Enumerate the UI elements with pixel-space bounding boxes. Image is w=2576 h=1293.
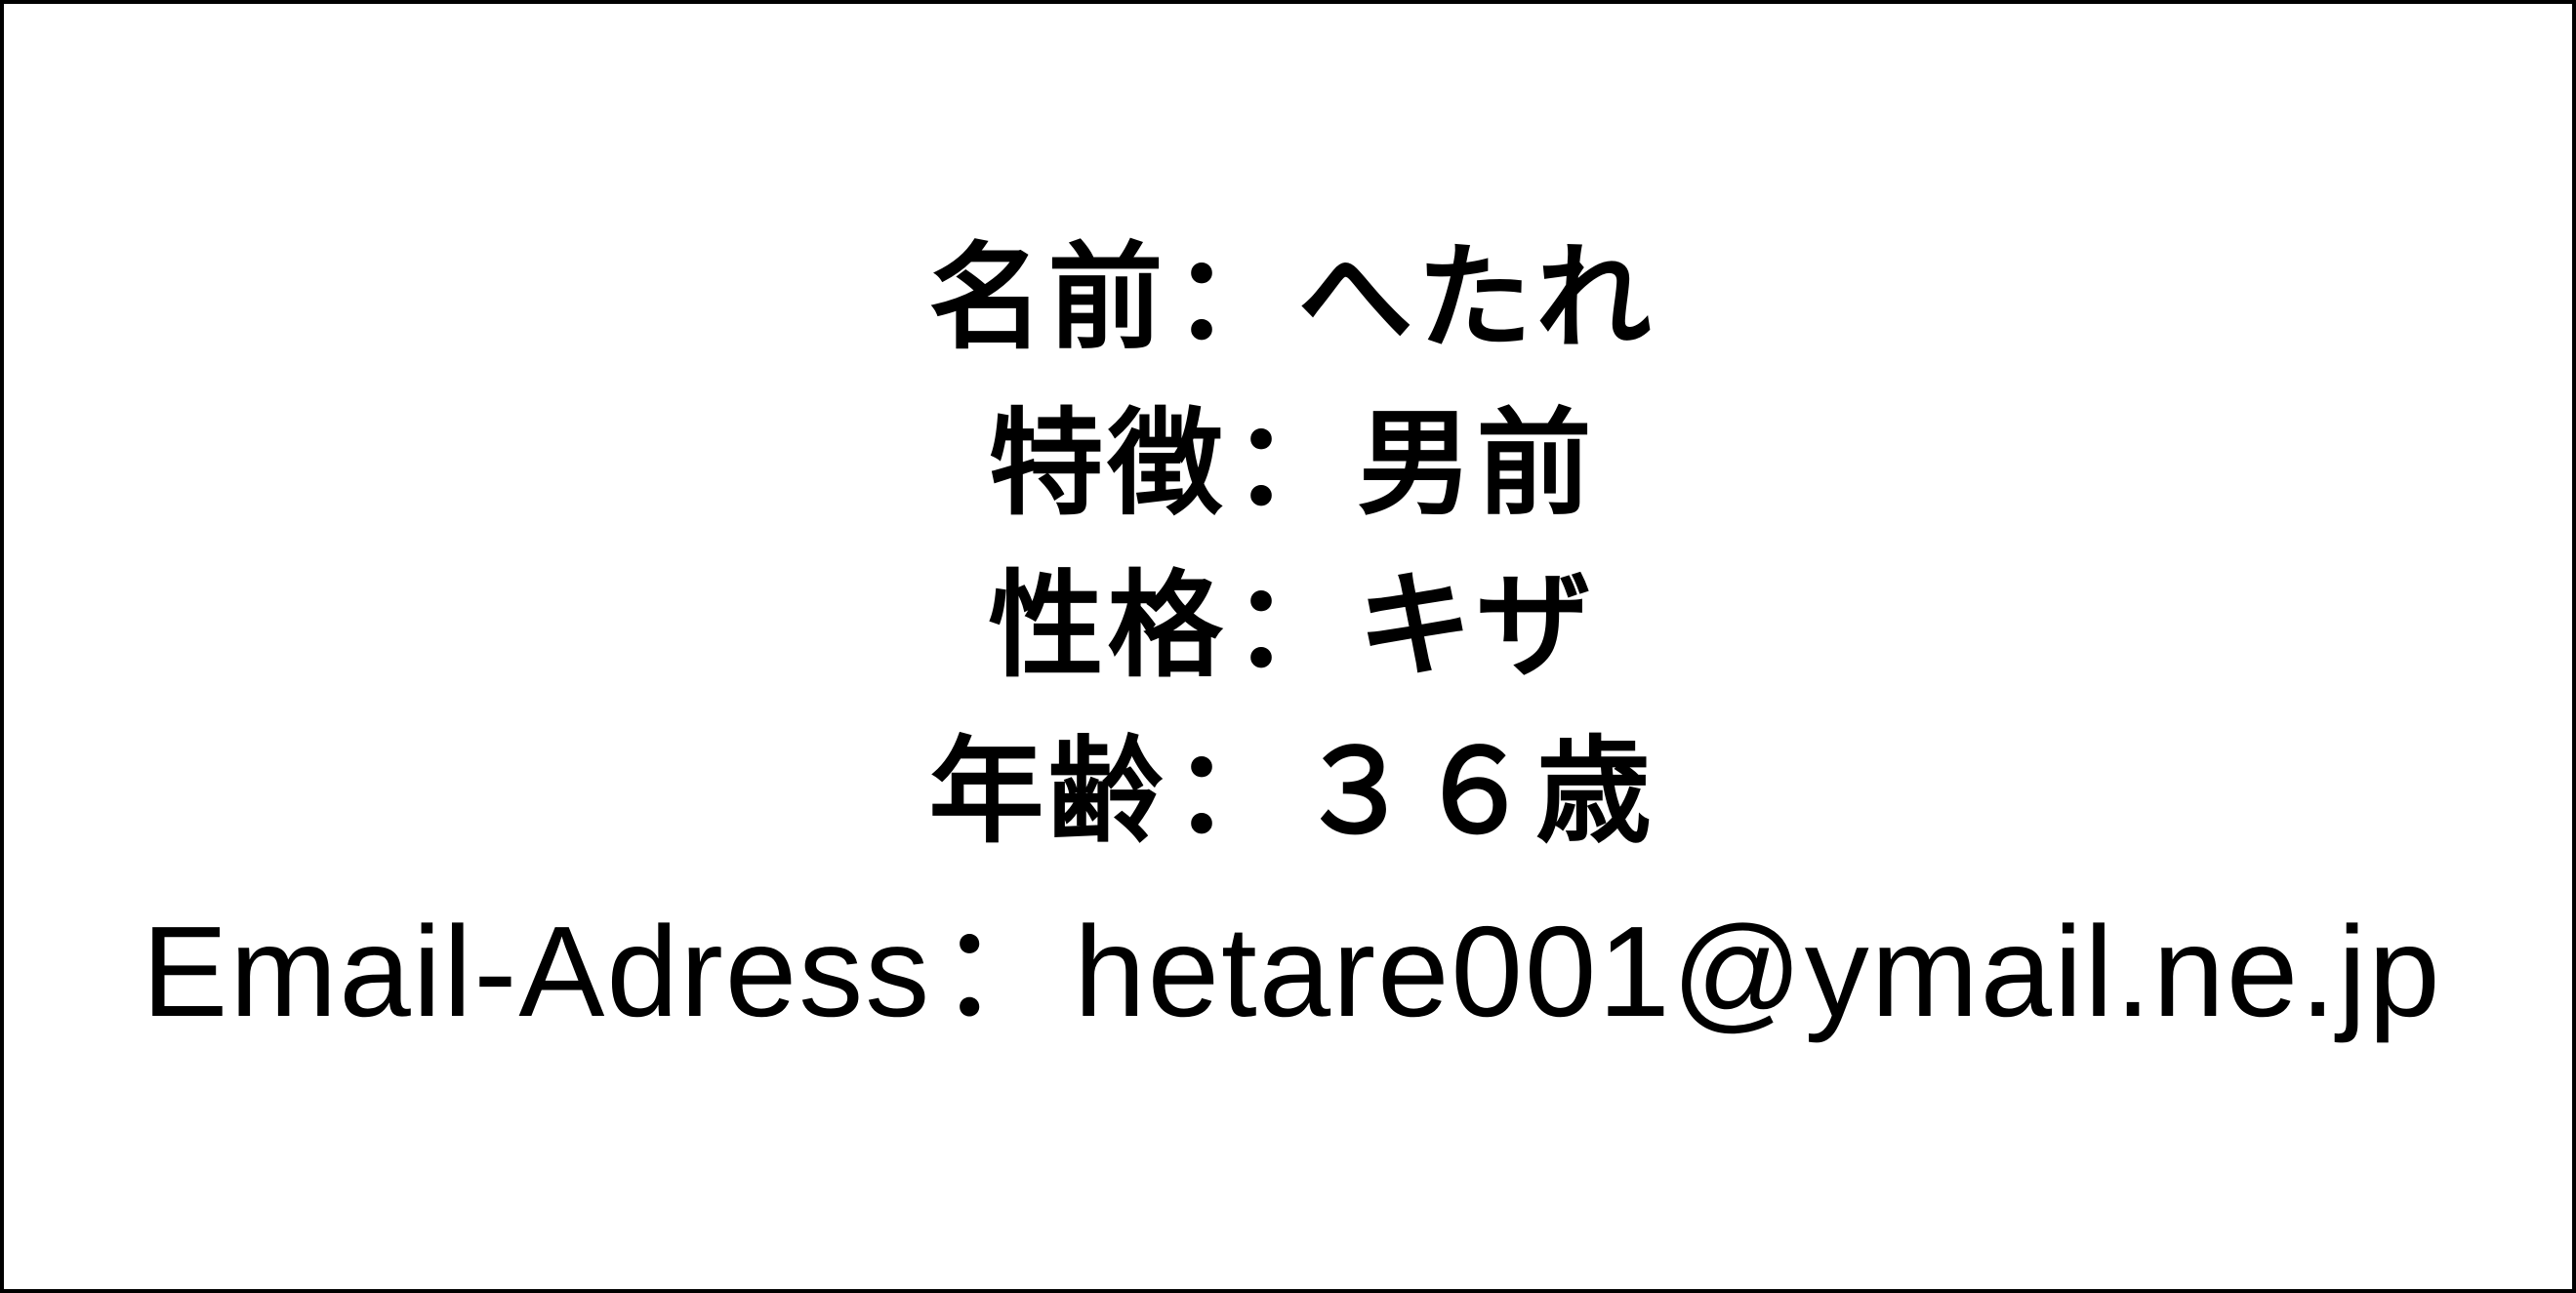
- age-separator: ：: [1172, 724, 1292, 859]
- name-label: 名前: [928, 230, 1167, 365]
- email-label: Email-Adress: [142, 900, 932, 1043]
- age-row: 年齢：３６歳: [4, 734, 2576, 849]
- personality-value: キザ: [1357, 558, 1596, 693]
- email-separator: ：: [937, 900, 1069, 1043]
- name-separator: ：: [1172, 230, 1292, 365]
- personality-label: 性格: [988, 558, 1227, 693]
- profile-card: 名前：へたれ 特徴：男前 性格：キザ 年齢：３６歳 Email-Adress：h…: [0, 0, 2576, 1293]
- age-label: 年齢: [928, 724, 1167, 859]
- age-value: ３６歳: [1297, 724, 1656, 859]
- feature-separator: ：: [1232, 396, 1352, 531]
- email-value: hetare001@ymail.ne.jp: [1074, 900, 2442, 1043]
- feature-value: 男前: [1357, 396, 1596, 531]
- personality-separator: ：: [1232, 558, 1352, 693]
- name-row: 名前：へたれ: [4, 240, 2576, 355]
- feature-row: 特徴：男前: [4, 406, 2576, 521]
- name-value: へたれ: [1297, 230, 1656, 365]
- feature-label: 特徴: [988, 396, 1227, 531]
- email-row: Email-Adress：hetare001@ymail.ne.jp: [4, 908, 2576, 1036]
- personality-row: 性格：キザ: [4, 568, 2576, 683]
